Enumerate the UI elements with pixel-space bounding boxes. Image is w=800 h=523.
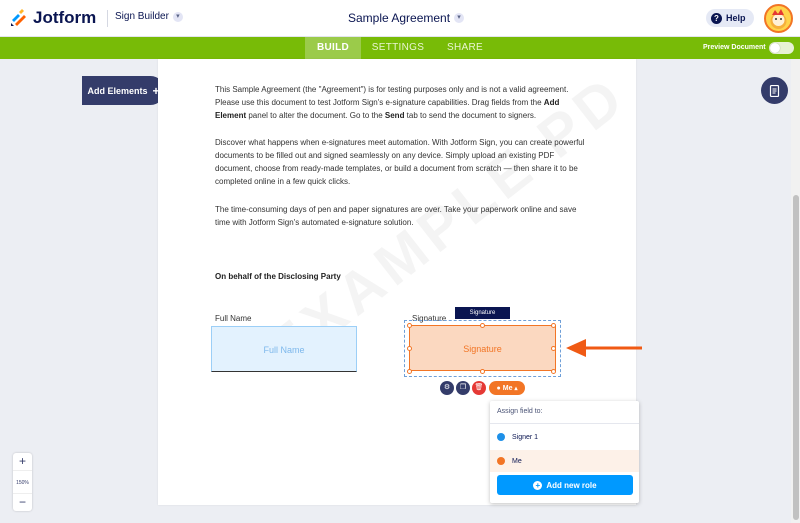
assign-menu-heading: Assign field to: [497, 408, 543, 415]
document-icon [769, 84, 780, 97]
document-title[interactable]: Sample Agreement ▾ [348, 11, 465, 25]
resize-handle[interactable] [407, 346, 412, 351]
paragraph-bold: Send [384, 111, 405, 120]
assignee-button[interactable]: ● Me ▴ [489, 381, 525, 395]
resize-handle[interactable] [407, 369, 412, 374]
trash-icon[interactable]: 🗑 [472, 381, 486, 395]
chevron-down-icon: ▾ [172, 11, 183, 22]
user-icon: ● [496, 384, 501, 392]
resize-handle[interactable] [551, 323, 556, 328]
divider [490, 423, 639, 424]
zoom-control: + 150% − [13, 453, 32, 511]
plus-icon: + [533, 480, 543, 490]
assign-field-menu: Assign field to: Signer 1 Me + Add new r… [490, 401, 639, 503]
paragraph-text: tab to send the document to signers. [404, 111, 537, 120]
zoom-in-button[interactable]: + [13, 453, 32, 470]
chevron-up-icon: ▴ [514, 385, 518, 392]
add-elements-button[interactable]: Add Elements + [82, 76, 165, 105]
help-icon: ? [711, 12, 722, 24]
document-panel-button[interactable] [761, 77, 788, 104]
menu-item-label: Me [512, 457, 522, 465]
party-heading: On behalf of the Disclosing Party [215, 272, 341, 281]
avatar-icon [770, 9, 787, 29]
add-elements-label: Add Elements [87, 85, 148, 96]
scrollbar-thumb[interactable] [793, 195, 799, 520]
paragraph-3: The time-consuming days of pen and paper… [215, 205, 577, 227]
add-new-role-button[interactable]: + Add new role [497, 475, 633, 495]
role-color-dot [497, 433, 505, 441]
assignee-label: Me [502, 384, 513, 392]
tab-share[interactable]: SHARE [436, 37, 494, 59]
resize-handle[interactable] [551, 346, 556, 351]
paragraph-1: This Sample Agreement (the "Agreement") … [215, 83, 585, 122]
document-title-text: Sample Agreement [348, 11, 451, 25]
tab-settings[interactable]: SETTINGS [366, 37, 430, 59]
full-name-field[interactable]: Full Name [211, 326, 357, 372]
jotform-logo-icon[interactable] [9, 8, 31, 28]
help-label: Help [726, 13, 746, 23]
paragraph-text: This Sample Agreement (the "Agreement") … [215, 85, 569, 107]
menu-item-me[interactable]: Me [490, 450, 639, 472]
paragraph-text: panel to alter the document. Go to the [246, 111, 385, 120]
menu-item-signer-1[interactable]: Signer 1 [490, 426, 639, 448]
zoom-level: 150% [13, 470, 32, 494]
chevron-down-icon: ▾ [454, 13, 465, 23]
full-name-label: Full Name [215, 314, 252, 323]
brand-name[interactable]: Jotform [33, 8, 96, 28]
arrow-left-icon [566, 339, 642, 357]
menu-item-label: Signer 1 [512, 433, 539, 441]
signature-field[interactable]: Signature [409, 325, 556, 371]
paragraph-2: Discover what happens when e-signatures … [215, 138, 585, 186]
tab-build[interactable]: BUILD [305, 37, 361, 59]
app-selector-label: Sign Builder [115, 11, 169, 22]
resize-handle[interactable] [551, 369, 556, 374]
add-new-role-label: Add new role [546, 480, 597, 490]
resize-handle[interactable] [480, 369, 485, 374]
zoom-out-button[interactable]: − [13, 494, 32, 511]
divider [107, 10, 108, 27]
gear-icon[interactable]: ⚙ [440, 381, 454, 395]
role-color-dot [497, 457, 505, 465]
builder-nav: BUILD SETTINGS SHARE Preview Document [0, 37, 800, 59]
preview-document-label: Preview Document [703, 44, 766, 51]
resize-handle[interactable] [480, 323, 485, 328]
top-bar: Jotform Sign Builder ▾ Sample Agreement … [0, 0, 800, 37]
duplicate-icon[interactable]: ❐ [456, 381, 470, 395]
toggle-knob [770, 43, 780, 53]
avatar[interactable] [764, 4, 793, 33]
signature-tag: Signature [455, 307, 510, 319]
preview-document-toggle[interactable] [769, 42, 794, 54]
help-button[interactable]: ? Help [706, 9, 754, 27]
app-selector[interactable]: Sign Builder ▾ [115, 11, 183, 22]
resize-handle[interactable] [407, 323, 412, 328]
